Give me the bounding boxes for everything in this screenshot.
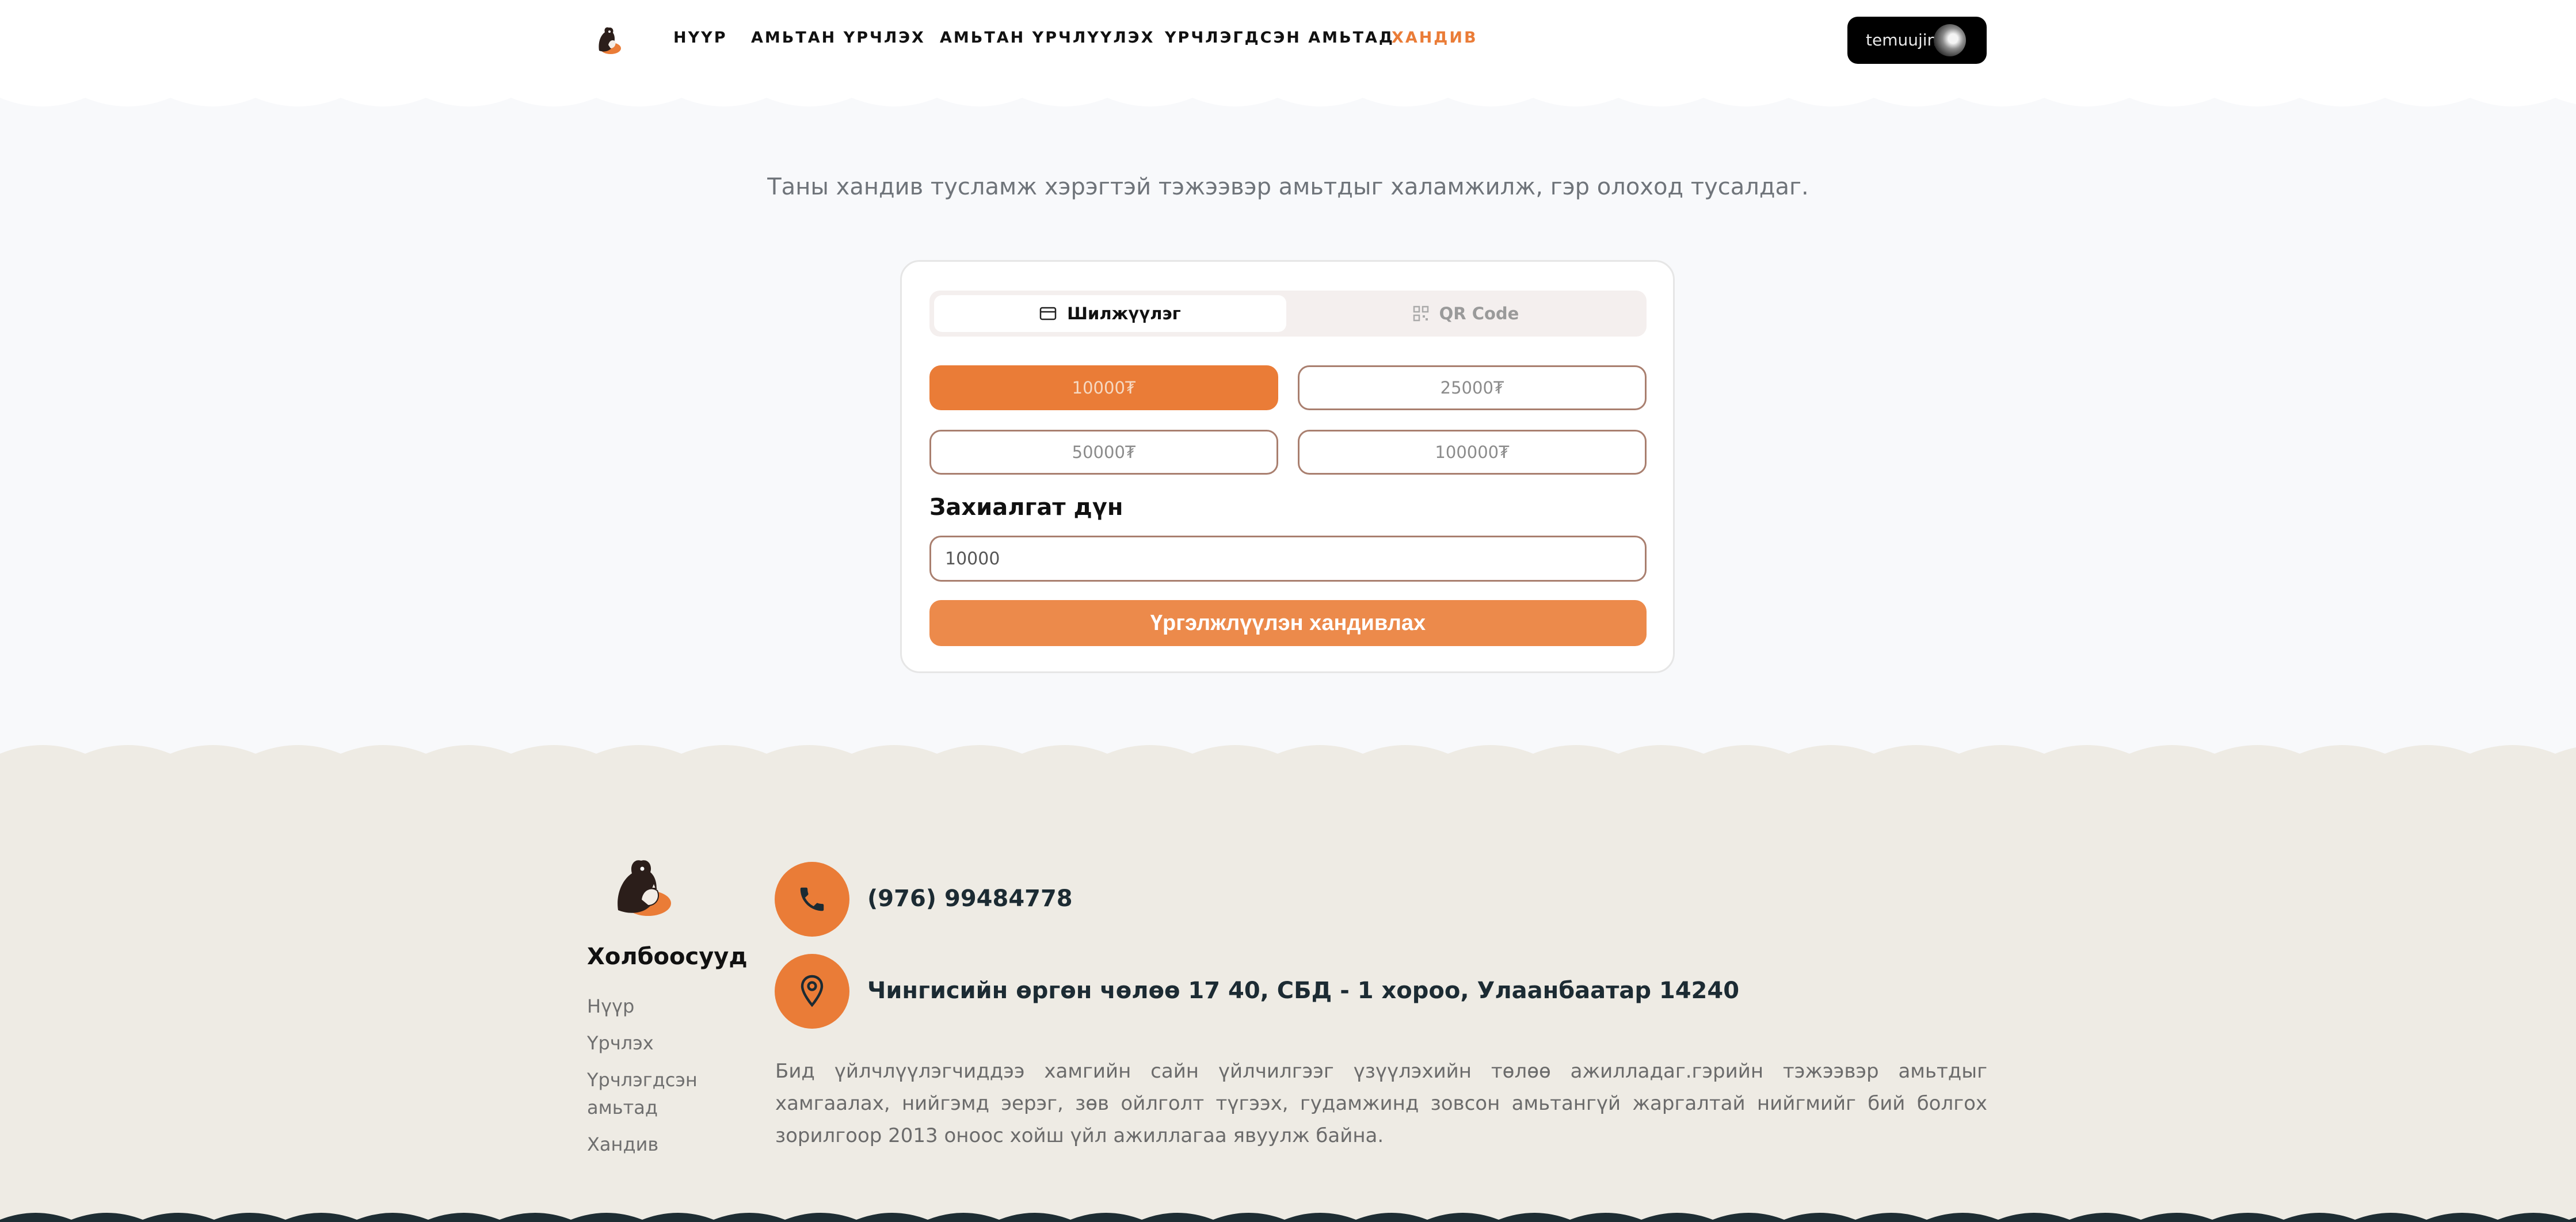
footer-link-donate[interactable]: Хандив: [587, 1131, 658, 1158]
phone-icon: [800, 887, 824, 911]
avatar: [1934, 24, 1966, 56]
amount-option-50000[interactable]: 50000₮: [929, 430, 1278, 475]
about-text: Бид үйлчлүүлэгчиддээ хамгийн сайн үйлчил…: [775, 1060, 1987, 1147]
amount-option-100000[interactable]: 100000₮: [1298, 430, 1647, 475]
contact-address: Чингисийн өргөн чөлөө 17 40, СБД - 1 хор…: [867, 977, 1740, 1004]
site-header: НҮҮР АМЬТАН ҮРЧЛЭХ АМЬТАН ҮРЧЛҮҮЛЭХ ҮРЧЛ…: [0, 0, 2576, 98]
nav-home[interactable]: НҮҮР: [673, 29, 727, 47]
logo-icon[interactable]: [590, 22, 626, 58]
tab-transfer[interactable]: Шилжүүлэг: [934, 295, 1286, 332]
payment-tabs: Шилжүүлэг QR Code: [929, 291, 1647, 337]
tab-transfer-label: Шилжүүлэг: [1067, 304, 1181, 323]
username-label: temuujin: [1866, 30, 1938, 49]
continue-donate-button[interactable]: Үргэлжлүүлэн хандивлах: [929, 600, 1647, 646]
location-pin-icon: [801, 975, 824, 1007]
location-icon-badge: [775, 954, 849, 1029]
tab-qr-code[interactable]: QR Code: [1290, 295, 1642, 332]
contact-phone: (976) 99484778: [867, 885, 1073, 912]
nav-rehome[interactable]: АМЬТАН ҮРЧЛҮҮЛЭХ: [940, 29, 1154, 47]
custom-amount-input[interactable]: [929, 536, 1647, 582]
amount-option-10000[interactable]: 10000₮: [929, 365, 1278, 410]
bottom-wave-decoration: [0, 1213, 2576, 1222]
donation-tagline: Таны хандив тусламж хэрэгтэй тэжээвэр ам…: [767, 174, 1809, 200]
nav-adopted[interactable]: ҮРЧЛЭГДСЭН АМЬТАД: [1165, 29, 1394, 47]
donation-card: Шилжүүлэг QR Code 10000₮ 25000₮ 50000₮ 1…: [900, 260, 1675, 673]
footer-logo-icon: [618, 860, 671, 916]
amount-option-25000[interactable]: 25000₮: [1298, 365, 1647, 410]
footer-wave-divider: [0, 745, 2576, 782]
footer-links-title: Холбоосууд: [587, 944, 748, 970]
user-menu-button[interactable]: temuujin: [1847, 17, 1987, 64]
nav-donate[interactable]: ХАНДИВ: [1392, 29, 1478, 47]
footer-link-adopted[interactable]: Үрчлэгдсэн амьтад: [587, 1066, 702, 1121]
custom-amount-label: Захиалгат дүн: [929, 494, 1123, 521]
tab-qr-label: QR Code: [1439, 304, 1519, 323]
nav-adopt[interactable]: АМЬТАН ҮРЧЛЭХ: [751, 29, 925, 47]
card-icon: [1039, 307, 1057, 320]
footer-link-home[interactable]: Нүүр: [587, 992, 634, 1020]
phone-icon-badge: [775, 862, 849, 937]
footer-link-adopt[interactable]: Үрчлэх: [587, 1029, 654, 1057]
qr-icon: [1413, 306, 1428, 322]
